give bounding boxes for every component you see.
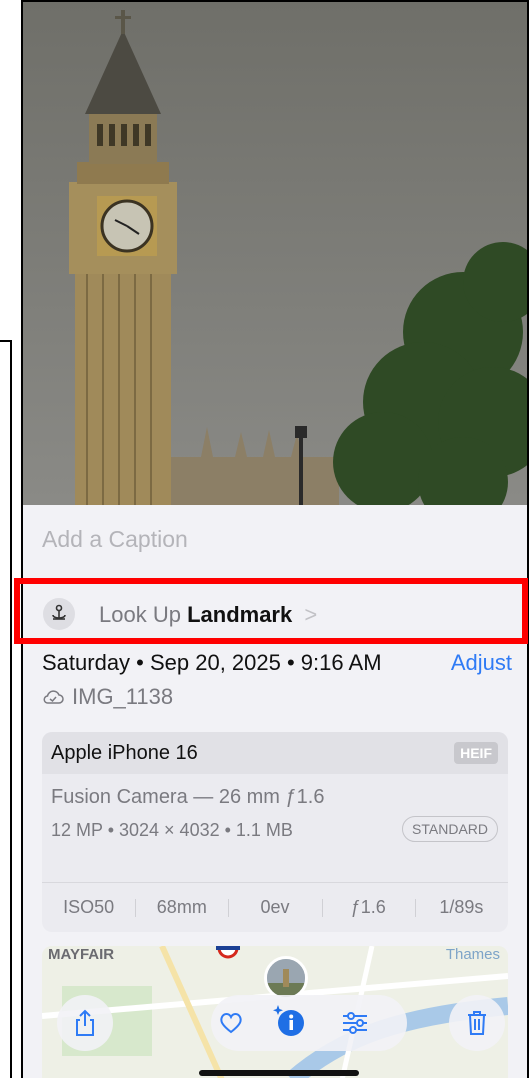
heart-icon [220,1013,242,1034]
favorite-button[interactable] [211,1003,251,1043]
map-label-thames: Thames [445,946,500,963]
delete-button[interactable] [449,995,505,1051]
adjust-date-button[interactable]: Adjust [451,650,512,676]
capture-date: Saturday • Sep 20, 2025 • 9:16 AM [42,650,382,675]
look-up-prefix: Look Up [99,602,181,627]
lens-info: Fusion Camera — 26 mm ƒ1.6 [51,786,325,808]
camera-info-header: Apple iPhone 16 HEIF [42,732,508,774]
edit-button[interactable] [335,1003,375,1043]
info-sparkle-icon [273,1005,304,1036]
image-specs: 12 MP • 3024 × 4032 • 1.1 MB [51,820,293,840]
filename-row: IMG_1138 [42,684,173,710]
photo-info-screen: Add a Caption Look Up Landmark > Saturda… [21,0,529,1078]
exif-row: ISO50 68mm 0ev ƒ1.6 1/89s [42,882,508,932]
cloud-check-icon [43,690,64,704]
exif-shutter-speed: 1/89s [414,897,508,918]
filename: IMG_1138 [72,684,174,709]
chevron-right-icon: > [304,602,318,627]
capture-date-row: Saturday • Sep 20, 2025 • 9:16 AM Adjust [42,650,512,676]
device-name: Apple iPhone 16 [51,742,198,764]
exif-focal-length: 68mm [135,897,228,918]
adjust-sliders-icon [343,1012,367,1034]
share-button[interactable] [57,995,113,1051]
info-button[interactable] [269,1001,309,1041]
map-label-mayfair: MAYFAIR [48,946,115,963]
trash-icon [468,1011,486,1035]
landmark-icon [43,598,75,630]
look-up-label: Look Up Landmark > [99,602,317,628]
format-badge: HEIF [454,742,498,764]
exif-iso: ISO50 [63,897,115,917]
big-ben-photo [23,2,527,505]
look-up-subject: Landmark [187,602,293,627]
background-frame-line [0,340,12,1078]
mode-badge: STANDARD [402,816,498,842]
caption-field[interactable]: Add a Caption [42,526,188,553]
exif-exposure-bias: 0ev [228,897,321,918]
look-up-landmark-button[interactable]: Look Up Landmark > [23,586,527,642]
share-icon [76,1009,94,1036]
home-indicator [199,1070,359,1076]
photo-viewer[interactable] [23,2,527,505]
exif-aperture: ƒ1.6 [321,897,415,918]
bottom-toolbar [53,990,505,1056]
camera-info-card: Apple iPhone 16 HEIF Fusion Camera — 26 … [42,732,508,932]
